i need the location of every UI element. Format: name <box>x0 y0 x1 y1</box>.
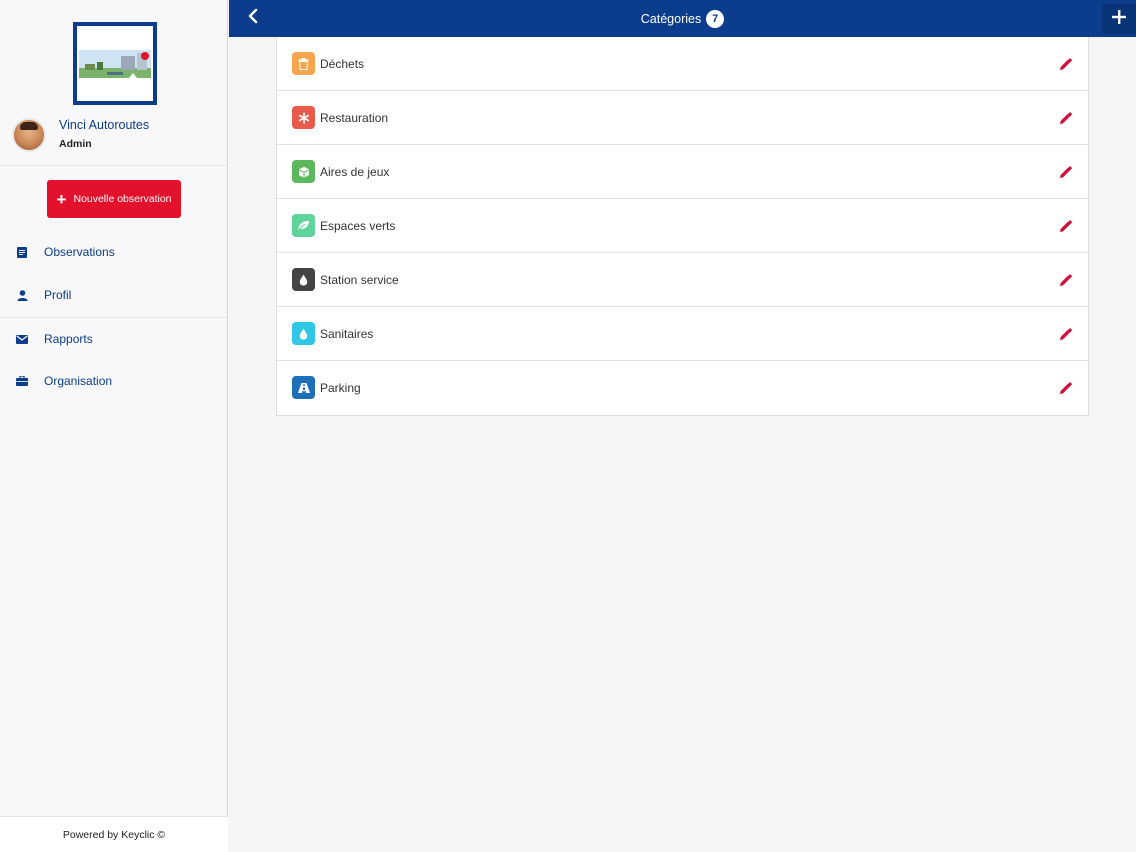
trash-icon <box>292 52 315 75</box>
sidebar-item-label: Observations <box>44 245 115 259</box>
back-button[interactable] <box>241 6 265 30</box>
document-icon <box>16 246 28 258</box>
edit-pencil-icon[interactable] <box>1056 163 1074 181</box>
divider <box>0 317 228 318</box>
water-drop-icon <box>292 322 315 345</box>
category-row-restauration[interactable]: Restauration <box>277 91 1088 145</box>
new-observation-button[interactable]: + Nouvelle observation <box>47 180 181 218</box>
edit-pencil-icon[interactable] <box>1056 379 1074 397</box>
category-label: Parking <box>320 381 361 395</box>
category-row-station-service[interactable]: Station service <box>277 253 1088 307</box>
edit-pencil-icon[interactable] <box>1056 109 1074 127</box>
category-label: Aires de jeux <box>320 164 390 179</box>
sidebar-item-profil[interactable]: Profil <box>0 275 228 315</box>
count-badge: 7 <box>706 9 725 28</box>
category-list: Déchets Restauration Aires de jeux Espac… <box>276 37 1089 416</box>
category-row-dechets[interactable]: Déchets <box>277 37 1088 91</box>
page-title-text: Catégories <box>640 11 702 26</box>
edit-pencil-icon[interactable] <box>1056 271 1074 289</box>
top-bar: Catégories 7 <box>229 0 1136 37</box>
user-name: Vinci Autoroutes <box>59 118 150 132</box>
edit-pencil-icon[interactable] <box>1056 217 1074 235</box>
category-label: Sanitaires <box>320 326 374 341</box>
powered-by-footer: Powered by Keyclic © <box>0 816 228 852</box>
category-row-sanitaires[interactable]: Sanitaires <box>277 307 1088 361</box>
category-row-aires-de-jeux[interactable]: Aires de jeux <box>277 145 1088 199</box>
category-row-parking[interactable]: Parking <box>277 361 1088 415</box>
drop-icon <box>292 268 315 291</box>
user-role: Admin <box>59 138 92 150</box>
leaf-icon <box>292 214 315 237</box>
organization-logo <box>73 22 157 105</box>
sidebar-item-observations[interactable]: Observations <box>0 232 228 272</box>
category-label: Station service <box>320 272 399 287</box>
add-category-button[interactable] <box>1102 4 1136 34</box>
sidebar-item-organisation[interactable]: Organisation <box>0 361 228 401</box>
plus-icon <box>1112 9 1126 29</box>
sidebar-item-rapports[interactable]: Rapports <box>0 319 228 359</box>
plus-icon: + <box>56 189 67 209</box>
envelope-icon <box>16 333 28 345</box>
avatar <box>12 118 46 152</box>
user-profile[interactable]: Vinci Autoroutes Admin <box>0 112 228 166</box>
edit-pencil-icon[interactable] <box>1056 55 1074 73</box>
page-title: Catégories 7 <box>229 0 1136 37</box>
cube-icon <box>292 160 315 183</box>
cutlery-icon <box>292 106 315 129</box>
user-icon <box>16 289 28 301</box>
category-label: Restauration <box>320 110 389 125</box>
sidebar-item-label: Profil <box>44 288 72 302</box>
edit-pencil-icon[interactable] <box>1056 325 1074 343</box>
chevron-left-icon <box>247 8 259 29</box>
sidebar-item-label: Organisation <box>44 374 113 388</box>
category-label: Déchets <box>320 56 365 71</box>
sidebar-item-label: Rapports <box>44 332 93 346</box>
category-label: Espaces verts <box>320 218 396 233</box>
road-icon <box>292 376 315 399</box>
category-row-espaces-verts[interactable]: Espaces verts <box>277 199 1088 253</box>
sidebar: Vinci Autoroutes Admin + Nouvelle observ… <box>0 0 228 852</box>
new-observation-label: Nouvelle observation <box>73 193 172 205</box>
briefcase-icon <box>16 375 28 387</box>
